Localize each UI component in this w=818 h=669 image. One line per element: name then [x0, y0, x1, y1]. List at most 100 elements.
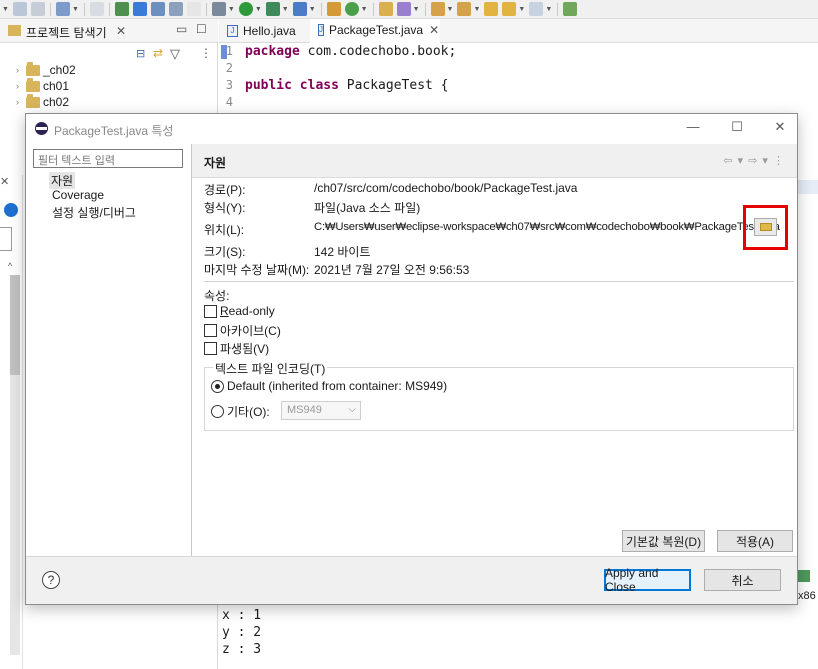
close-icon[interactable]: ✕: [770, 119, 790, 135]
coverage-icon[interactable]: [265, 2, 280, 16]
tree-item-_ch02[interactable]: › _ch02: [16, 61, 76, 77]
minimize-icon[interactable]: —: [683, 119, 703, 134]
dropdown-arrow-icon[interactable]: ▼: [518, 6, 525, 13]
chevron-right-icon[interactable]: ›: [16, 81, 26, 91]
dialog-title-bar[interactable]: PackageTest.java 특성 — ☐ ✕: [26, 114, 797, 144]
help-icon[interactable]: ?: [42, 571, 60, 589]
editor-tab-bar: J Hello.java J PackageTest.java ✕: [219, 19, 818, 43]
pane-header: 자원 ⇦ ▾ ⇨ ▾ ⋮: [192, 144, 797, 178]
dropdown-arrow-icon[interactable]: ▼: [545, 6, 552, 13]
chevron-right-icon[interactable]: ›: [16, 97, 26, 107]
default-encoding-radio[interactable]: Default (inherited from container: MS949…: [211, 379, 447, 393]
nav-item-run-debug-settings[interactable]: 설정 실행/디버그: [52, 204, 136, 221]
new-class-icon[interactable]: [344, 2, 359, 16]
forward-icon[interactable]: [529, 2, 544, 16]
console-icon[interactable]: [798, 570, 810, 582]
panel-divider[interactable]: [191, 144, 192, 556]
chevron-down-icon[interactable]: ▾: [738, 155, 745, 167]
minimize-icon[interactable]: ▭: [176, 22, 187, 36]
maximize-icon[interactable]: ☐: [196, 22, 207, 36]
filter-input[interactable]: 필터 텍스트 입력: [33, 149, 183, 168]
terminal-icon[interactable]: [55, 2, 70, 16]
tab-label: PackageTest.java: [329, 23, 424, 37]
explorer-tab[interactable]: 프로젝트 탐색기 ✕ ▭ ☐: [0, 19, 218, 43]
radio-label: Default (inherited from container: MS949…: [227, 379, 448, 393]
block-selection-icon[interactable]: [168, 2, 183, 16]
tree-item-ch02[interactable]: › ch02: [16, 93, 70, 109]
restore-defaults-button[interactable]: 기본값 복원(D): [622, 530, 705, 552]
open-perspective-icon[interactable]: [563, 2, 578, 16]
next-annotation-icon[interactable]: [430, 2, 445, 16]
tree-item-ch01[interactable]: › ch01: [16, 77, 70, 93]
dropdown-arrow-icon[interactable]: ▼: [473, 6, 480, 13]
dropdown-arrow-icon[interactable]: ▼: [309, 6, 316, 13]
partial-input[interactable]: [0, 227, 12, 251]
tree-item-label: ch02: [43, 95, 70, 109]
mark-occurrences-icon[interactable]: [150, 2, 165, 16]
apply-button[interactable]: 적용(A): [717, 530, 793, 552]
tab-packagetest-java[interactable]: J PackageTest.java ✕: [310, 19, 440, 43]
toolbar-separator: [83, 2, 85, 16]
link-editor-icon[interactable]: ⇄: [153, 46, 163, 60]
archive-checkbox[interactable]: 아카이브(C): [204, 322, 281, 339]
highlight-icon[interactable]: [132, 2, 147, 16]
checkbox-box[interactable]: [204, 304, 217, 318]
console-line: z : 3: [222, 642, 262, 657]
encoding-select[interactable]: MS949 ⌵: [281, 401, 361, 420]
console-output[interactable]: x : 1 y : 2 z : 3: [219, 604, 818, 669]
filter-icon[interactable]: ▽: [170, 46, 180, 62]
prev-annotation-icon[interactable]: [457, 2, 472, 16]
close-icon[interactable]: ✕: [0, 175, 9, 188]
forward-arrow-icon[interactable]: ⇨: [748, 155, 758, 167]
dropdown-arrow-icon[interactable]: ▼: [255, 6, 262, 13]
derived-checkbox[interactable]: 파생됨(V): [204, 340, 269, 357]
open-type-icon[interactable]: [378, 2, 393, 16]
chevron-down-icon[interactable]: ▾: [762, 155, 769, 167]
radio-button[interactable]: [211, 404, 224, 418]
toolbar-separator: [205, 2, 207, 16]
cancel-button[interactable]: 취소: [704, 569, 781, 591]
external-tools-icon[interactable]: [292, 2, 307, 16]
save-icon[interactable]: [12, 2, 27, 16]
checkbox-box[interactable]: [204, 324, 217, 337]
back-icon[interactable]: [502, 2, 517, 16]
collapse-all-icon[interactable]: ⊟: [136, 47, 145, 60]
nav-item-resource[interactable]: 자원: [49, 172, 76, 189]
help-icon[interactable]: [4, 203, 18, 217]
run-icon[interactable]: [238, 2, 253, 16]
tab-hello-java[interactable]: J Hello.java: [219, 19, 307, 43]
dropdown-arrow-icon[interactable]: ▼: [2, 6, 9, 13]
dropdown-arrow-icon[interactable]: ▼: [361, 6, 368, 13]
scrollbar-thumb[interactable]: [10, 275, 20, 375]
checkbox-box[interactable]: [204, 342, 217, 355]
scroll-up-icon[interactable]: ^: [8, 261, 12, 271]
show-whitespace-icon[interactable]: [186, 2, 201, 16]
nav-item-coverage[interactable]: Coverage: [52, 188, 104, 202]
dropdown-arrow-icon[interactable]: ▼: [413, 6, 420, 13]
dropdown-arrow-icon[interactable]: ▼: [228, 6, 235, 13]
chevron-right-icon[interactable]: ›: [16, 65, 26, 75]
dropdown-arrow-icon[interactable]: ▼: [282, 6, 289, 13]
new-java-project-icon[interactable]: [326, 2, 341, 16]
last-edit-icon[interactable]: [484, 2, 499, 16]
read-only-checkbox[interactable]: Read-only: [204, 304, 275, 318]
code-editor[interactable]: 1 package com.codechobo.book; 2 3 public…: [219, 43, 818, 123]
open-task-icon[interactable]: [396, 2, 411, 16]
dropdown-arrow-icon[interactable]: ▼: [447, 6, 454, 13]
back-arrow-icon[interactable]: ⇦: [723, 155, 733, 167]
menu-icon[interactable]: ⋮: [773, 155, 785, 167]
dropdown-arrow-icon[interactable]: ▼: [72, 6, 79, 13]
tree-item-label: ch01: [43, 79, 70, 93]
maximize-icon[interactable]: ☐: [727, 119, 747, 135]
save-all-icon[interactable]: [30, 2, 45, 16]
search-icon[interactable]: [89, 2, 104, 16]
toggle-icon[interactable]: [114, 2, 129, 16]
radio-button[interactable]: [211, 379, 224, 393]
debug-icon[interactable]: [211, 2, 226, 16]
other-encoding-radio[interactable]: 기타(O): MS949 ⌵: [211, 401, 431, 421]
close-icon[interactable]: ✕: [116, 24, 126, 38]
close-icon[interactable]: ✕: [429, 23, 439, 37]
apply-and-close-button[interactable]: Apply and Close: [604, 566, 691, 594]
project-folder-icon: [26, 77, 40, 92]
view-menu-icon[interactable]: ⋮: [200, 46, 212, 60]
